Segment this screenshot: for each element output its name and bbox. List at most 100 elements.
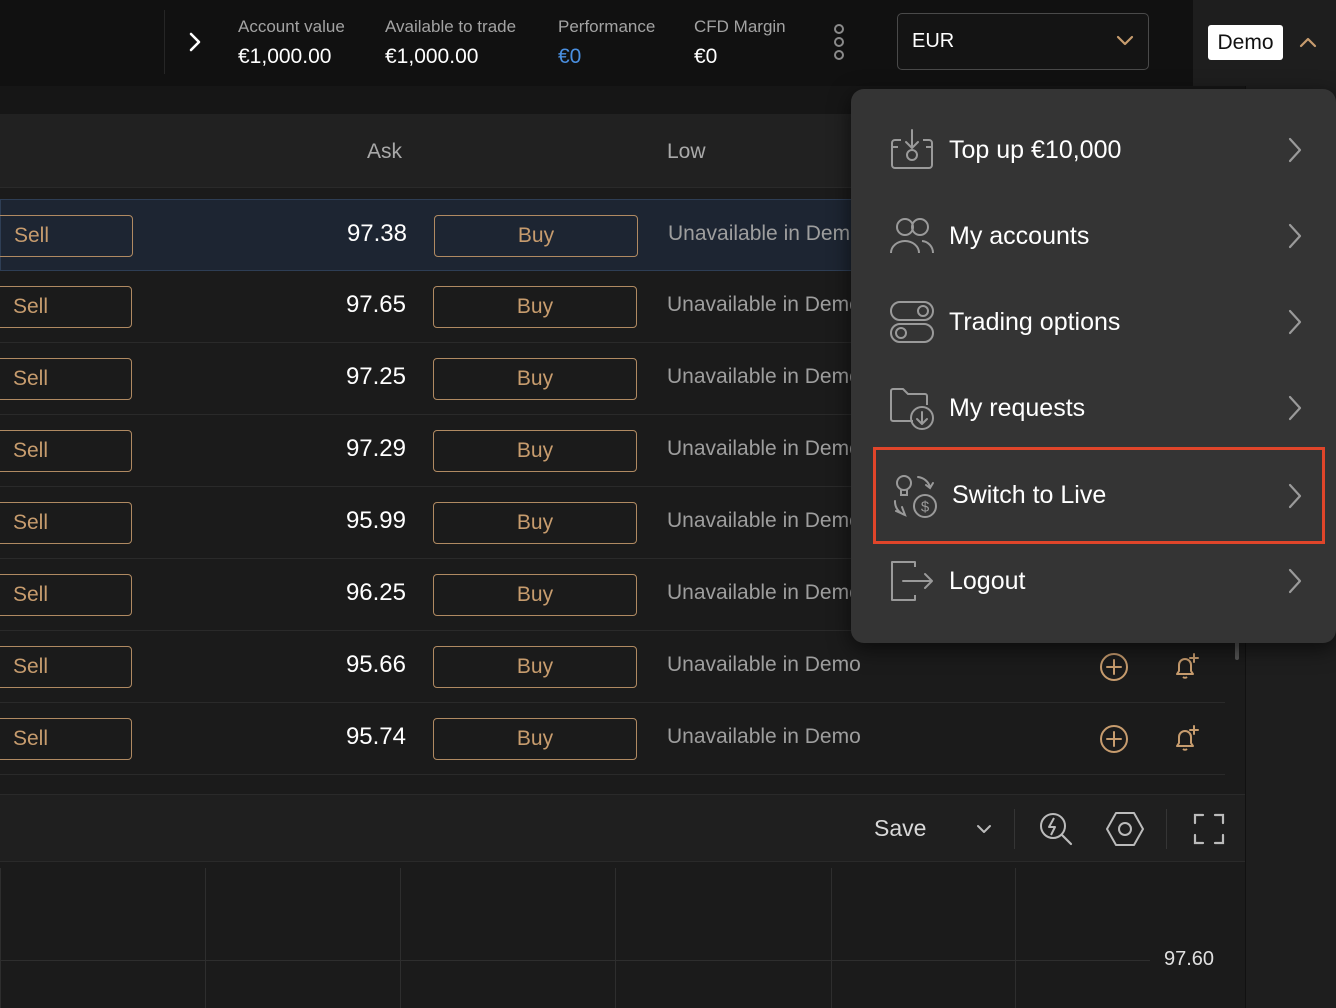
low-value: Unavailable in Demo [667, 725, 861, 748]
grid-line [1015, 868, 1016, 1008]
buy-button[interactable]: Buy [433, 358, 637, 400]
stat-value: €1,000.00 [238, 45, 332, 68]
stat-performance: Performance €0 [558, 16, 655, 72]
grid-line [0, 960, 1150, 961]
ask-price: 97.29 [345, 435, 406, 462]
account-header: Account value €1,000.00 Available to tra… [0, 0, 1336, 86]
menu-item-logout[interactable]: Logout [873, 538, 1325, 624]
stat-value: €1,000.00 [385, 45, 479, 68]
low-value: Unavailable in Demo [667, 365, 861, 388]
flash-search-icon[interactable] [1036, 809, 1076, 849]
menu-item-label: Logout [949, 566, 1026, 595]
buy-button[interactable]: Buy [433, 286, 637, 328]
save-button[interactable]: Save [874, 815, 926, 842]
add-circle-icon[interactable] [1098, 723, 1130, 755]
menu-item-label: My requests [949, 393, 1086, 422]
menu-item-switch-to-live[interactable]: $ Switch to Live [873, 447, 1325, 544]
menu-item-top-up[interactable]: Top up €10,000 [873, 107, 1325, 193]
sell-button[interactable]: Sell [0, 286, 132, 328]
menu-item-label: Top up €10,000 [949, 135, 1122, 164]
stat-value: €0 [694, 45, 718, 68]
buy-button[interactable]: Buy [434, 215, 638, 257]
add-circle-icon[interactable] [1098, 651, 1130, 683]
stat-value: €0 [558, 45, 582, 68]
chart-toolbar: Save [0, 794, 1245, 862]
users-icon [889, 213, 935, 259]
sell-button[interactable]: Sell [0, 358, 132, 400]
ask-price: 97.25 [345, 363, 406, 390]
sell-button[interactable]: Sell [0, 646, 132, 688]
table-row[interactable]: Sell 95.74 Buy Unavailable in Demo [0, 703, 1225, 775]
ask-price: 97.38 [346, 220, 407, 247]
sell-button[interactable]: Sell [0, 718, 132, 760]
chevron-right-icon [1283, 134, 1307, 166]
sell-button[interactable]: Sell [0, 502, 132, 544]
stat-account-value: Account value €1,000.00 [238, 16, 345, 72]
low-value: Unavailable in Demo [667, 437, 861, 460]
top-up-icon [889, 127, 935, 173]
alert-bell-plus-icon[interactable] [1170, 723, 1202, 755]
buy-button[interactable]: Buy [433, 574, 637, 616]
low-value: Unavailable in Demo [668, 222, 862, 245]
column-header-low[interactable]: Low [667, 140, 706, 164]
buy-button[interactable]: Buy [433, 502, 637, 544]
menu-item-label: Trading options [949, 307, 1121, 336]
buy-button[interactable]: Buy [433, 718, 637, 760]
fullscreen-icon[interactable] [1189, 809, 1229, 849]
buy-button[interactable]: Buy [433, 646, 637, 688]
grid-line [400, 868, 401, 1008]
expand-chevron-icon[interactable] [180, 26, 210, 58]
table-scrollbar[interactable] [1235, 640, 1239, 660]
more-options-icon[interactable] [828, 22, 850, 62]
ask-price: 95.74 [345, 723, 406, 750]
chevron-down-icon[interactable] [974, 815, 994, 843]
chevron-up-icon[interactable] [1295, 30, 1321, 54]
sell-button[interactable]: Sell [0, 215, 133, 257]
ask-price: 96.25 [345, 579, 406, 606]
chevron-right-icon [1283, 480, 1307, 512]
currency-value: EUR [912, 30, 955, 52]
sell-button[interactable]: Sell [0, 430, 132, 472]
account-menu: Top up €10,000 My accounts Trading optio… [851, 89, 1336, 643]
currency-select[interactable]: EUR [897, 13, 1149, 70]
toolbar-divider [1166, 809, 1167, 849]
buy-button[interactable]: Buy [433, 430, 637, 472]
price-axis-label: 97.60 [1164, 948, 1215, 970]
stat-label: Performance [558, 17, 656, 36]
menu-item-label: Switch to Live [952, 481, 1107, 509]
grid-line [831, 868, 832, 1008]
ask-price: 95.99 [345, 507, 406, 534]
stat-available-to-trade: Available to trade €1,000.00 [385, 16, 516, 72]
low-value: Unavailable in Demo [667, 581, 861, 604]
low-value: Unavailable in Demo [667, 653, 861, 676]
menu-item-label: My accounts [949, 221, 1090, 250]
alert-bell-plus-icon[interactable] [1170, 651, 1202, 683]
stat-label: Account value [238, 17, 345, 36]
demo-badge[interactable]: Demo [1208, 25, 1283, 60]
stat-label: Available to trade [385, 17, 517, 36]
grid-line [0, 868, 1, 1008]
settings-hex-icon[interactable] [1105, 809, 1145, 849]
price-chart[interactable]: 97.60 [0, 868, 1245, 1008]
ask-price: 95.66 [345, 651, 406, 678]
chevron-right-icon [1283, 565, 1307, 597]
menu-item-my-requests[interactable]: My requests [873, 365, 1325, 451]
toggles-icon [889, 299, 935, 345]
sell-button[interactable]: Sell [0, 574, 132, 616]
chevron-right-icon [1283, 220, 1307, 252]
chevron-right-icon [1283, 306, 1307, 338]
menu-item-trading-options[interactable]: Trading options [873, 279, 1325, 365]
stat-label: CFD Margin [694, 17, 786, 36]
header-divider [164, 10, 165, 74]
chevron-right-icon [1283, 392, 1307, 424]
grid-line [615, 868, 616, 1008]
switch-live-icon: $ [892, 473, 938, 519]
ask-price: 97.65 [345, 291, 406, 318]
folder-download-icon [889, 385, 935, 431]
grid-line [205, 868, 206, 1008]
menu-item-my-accounts[interactable]: My accounts [873, 193, 1325, 279]
column-header-ask[interactable]: Ask [367, 140, 402, 164]
low-value: Unavailable in Demo [667, 293, 861, 316]
low-value: Unavailable in Demo [667, 509, 861, 532]
chevron-down-icon [1116, 33, 1134, 51]
